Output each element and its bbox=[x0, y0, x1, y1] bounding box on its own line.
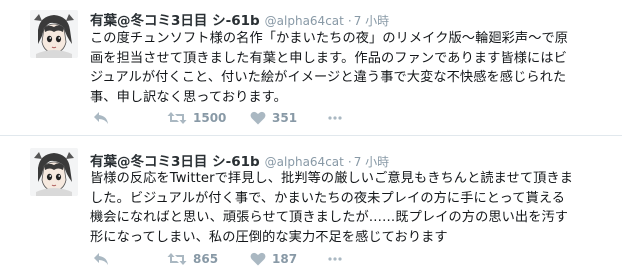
reply-icon bbox=[94, 253, 108, 265]
reply-button[interactable] bbox=[93, 250, 109, 268]
tweet-actions: 865 187 bbox=[90, 250, 490, 268]
user-handle[interactable]: @alpha64cat bbox=[265, 14, 344, 28]
timestamp[interactable]: 7 小時 bbox=[354, 153, 389, 170]
retweet-icon bbox=[167, 253, 187, 265]
more-button[interactable] bbox=[327, 250, 343, 268]
like-count: 351 bbox=[272, 111, 298, 125]
timestamp[interactable]: 7 小時 bbox=[354, 12, 389, 29]
avatar[interactable] bbox=[30, 148, 78, 196]
tweet-actions: 1500 351 bbox=[90, 109, 490, 127]
separator-dot: · bbox=[347, 14, 352, 28]
tweet-header: 有葉@冬コミ3日目 シ-61b @alpha64cat · 7 小時 bbox=[90, 9, 389, 29]
display-name[interactable]: 有葉@冬コミ3日目 シ-61b bbox=[90, 150, 260, 170]
heart-icon bbox=[250, 111, 266, 125]
reply-button[interactable] bbox=[93, 109, 109, 127]
tweet[interactable]: 有葉@冬コミ3日目 シ-61b @alpha64cat · 7 小時 皆様の反応… bbox=[0, 136, 622, 272]
tweet[interactable]: 有葉@冬コミ3日目 シ-61b @alpha64cat · 7 小時 この度チュ… bbox=[0, 0, 622, 135]
like-count: 187 bbox=[272, 252, 298, 266]
tweet-text-line: した。ビジュアルが付く事で、かまいたちの夜未プレイの方に手にとって貰える bbox=[90, 190, 566, 206]
display-name[interactable]: 有葉@冬コミ3日目 シ-61b bbox=[90, 9, 260, 29]
tweet-text-line: 皆様の反応をTwitterで拝見し、批判等の厳しいご意見もきちんと読ませて頂きま bbox=[90, 171, 573, 186]
retweet-button[interactable]: 1500 bbox=[167, 109, 226, 127]
anime-character-avatar-icon bbox=[30, 148, 78, 196]
retweet-count: 1500 bbox=[193, 111, 227, 125]
tweet-text-line: 事、申し訳なく思っております。 bbox=[90, 89, 287, 105]
tweet-header: 有葉@冬コミ3日目 シ-61b @alpha64cat · 7 小時 bbox=[90, 150, 389, 170]
heart-icon bbox=[250, 252, 266, 266]
retweet-icon bbox=[167, 112, 187, 124]
anime-character-avatar-icon bbox=[30, 10, 78, 58]
tweet-text-line: 形になってしまい、私の圧倒的な実力不足を感じております bbox=[90, 229, 448, 245]
tweet-text-line: ジュアルが付くこと、付いた絵がイメージと違う事で大変な不快感を感じられた bbox=[90, 70, 567, 85]
more-dots-icon bbox=[328, 257, 342, 261]
avatar[interactable] bbox=[30, 10, 78, 58]
more-dots-icon bbox=[328, 116, 342, 120]
user-handle[interactable]: @alpha64cat bbox=[265, 155, 344, 169]
retweet-button[interactable]: 865 bbox=[167, 250, 218, 268]
more-button[interactable] bbox=[327, 109, 343, 127]
tweet-text: この度チュンソフト様の名作「かまいたちの夜」のリメイク版〜輪廻彩声〜で原 画を担… bbox=[90, 29, 612, 107]
retweet-count: 865 bbox=[193, 252, 219, 266]
like-button[interactable]: 351 bbox=[250, 109, 297, 127]
tweet-text: 皆様の反応をTwitterで拝見し、批判等の厳しいご意見もきちんと読ませて頂きま… bbox=[90, 169, 612, 247]
reply-icon bbox=[94, 112, 108, 124]
separator-dot: · bbox=[347, 155, 352, 169]
tweet-text-line: 画を担当させて頂きました有葉と申します。作品のファンであります皆様にはビ bbox=[90, 50, 567, 66]
tweet-text-line: この度チュンソフト様の名作「かまいたちの夜」のリメイク版〜輪廻彩声〜で原 bbox=[90, 31, 569, 46]
like-button[interactable]: 187 bbox=[250, 250, 297, 268]
tweet-text-line: 機会になればと思い、頑張らせて頂きましたが……既プレイの方の思い出を汚す bbox=[90, 210, 569, 225]
